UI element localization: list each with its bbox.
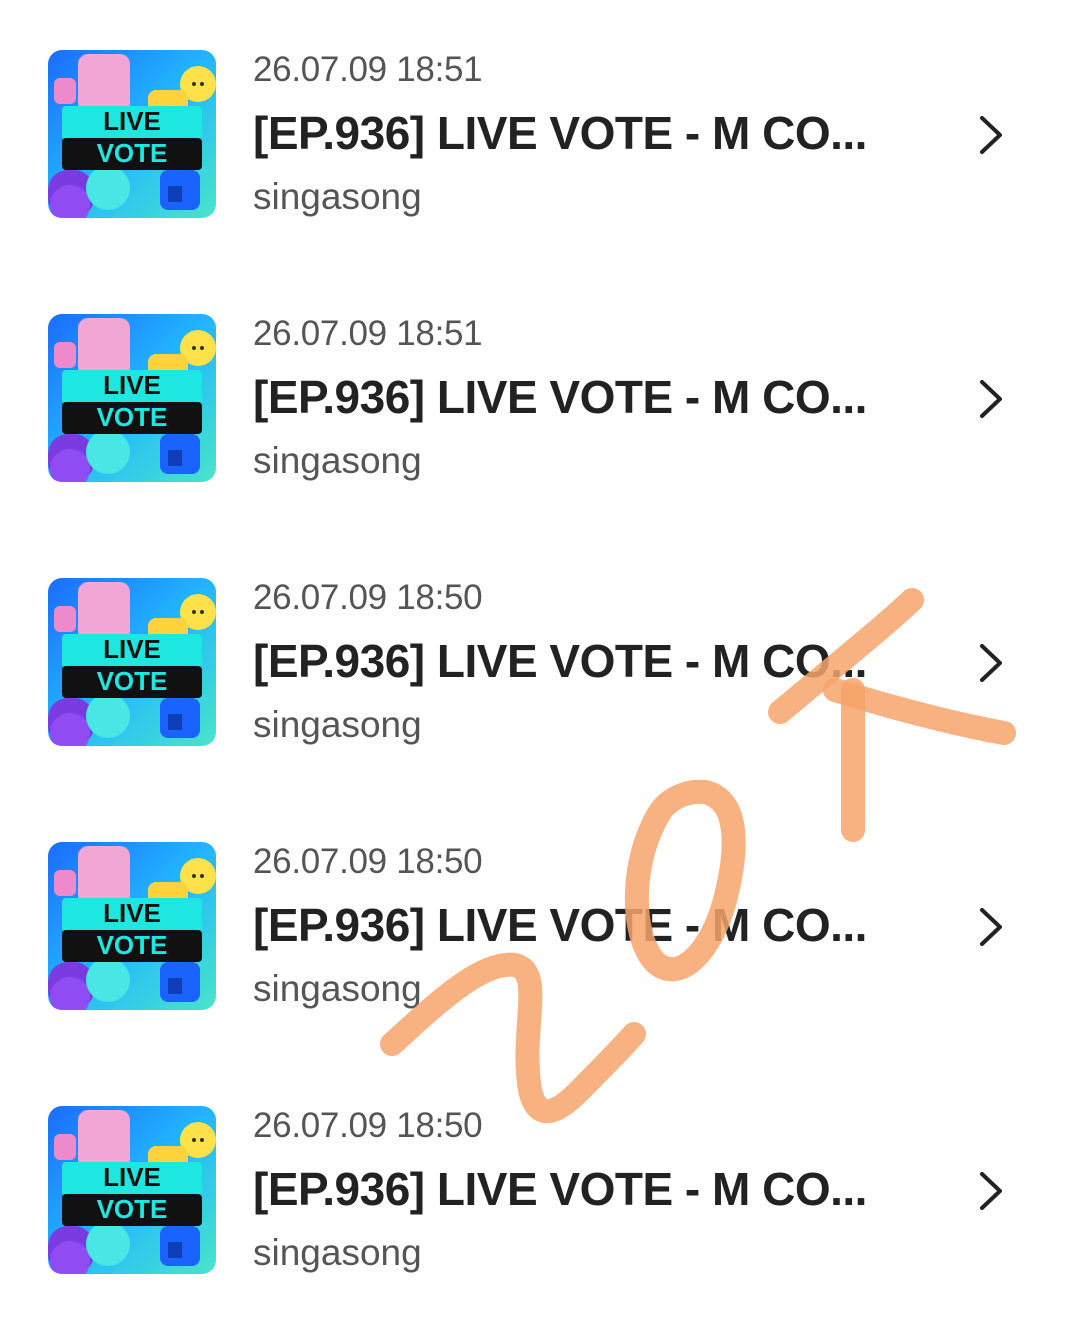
item-date: 26.07.09 18:51 — [253, 50, 483, 89]
live-vote-thumbnail-image: LIVE VOTE — [48, 578, 216, 746]
item-date: 26.07.09 18:50 — [253, 842, 483, 881]
thumbnail: LIVE VOTE — [48, 842, 216, 1010]
live-vote-thumbnail-image: LIVE VOTE — [48, 50, 216, 218]
item-title[interactable]: [EP.936] LIVE VOTE - M CO... — [253, 106, 867, 160]
item-date: 26.07.09 18:50 — [253, 1106, 483, 1145]
item-author: singasong — [253, 1232, 422, 1273]
thumbnail: LIVE VOTE — [48, 1106, 216, 1274]
item-title[interactable]: [EP.936] LIVE VOTE - M CO... — [253, 1162, 867, 1216]
item-date: 26.07.09 18:51 — [253, 314, 483, 353]
video-list: LIVE VOTE 26.07.09 18:51 [EP.936] LIVE V… — [0, 0, 1080, 1322]
list-item[interactable]: LIVE VOTE 26.07.09 18:50 [EP.936] LIVE V… — [0, 1056, 1080, 1320]
item-title[interactable]: [EP.936] LIVE VOTE - M CO... — [253, 370, 867, 424]
list-item[interactable]: LIVE VOTE 26.07.09 18:51 [EP.936] LIVE V… — [0, 0, 1080, 264]
item-author: singasong — [253, 176, 422, 217]
thumb-text-live: LIVE — [103, 370, 161, 400]
list-item[interactable]: LIVE VOTE 26.07.09 18:51 [EP.936] LIVE V… — [0, 264, 1080, 528]
item-title[interactable]: [EP.936] LIVE VOTE - M CO... — [253, 634, 867, 688]
chevron-right-icon[interactable] — [972, 113, 1012, 157]
thumb-text-live: LIVE — [103, 898, 161, 928]
item-date: 26.07.09 18:50 — [253, 578, 483, 617]
live-vote-thumbnail-image: LIVE VOTE — [48, 842, 216, 1010]
thumb-text-live: LIVE — [103, 634, 161, 664]
thumbnail: LIVE VOTE — [48, 578, 216, 746]
thumbnail: LIVE VOTE — [48, 314, 216, 482]
live-vote-thumbnail-image: LIVE VOTE — [48, 1106, 216, 1274]
thumb-text-vote: VOTE — [97, 138, 168, 168]
thumb-text-vote: VOTE — [97, 402, 168, 432]
chevron-right-icon[interactable] — [972, 905, 1012, 949]
thumb-text-live: LIVE — [103, 106, 161, 136]
thumbnail: LIVE VOTE — [48, 50, 216, 218]
chevron-right-icon[interactable] — [972, 641, 1012, 685]
thumb-text-live: LIVE — [103, 1162, 161, 1192]
chevron-right-icon[interactable] — [972, 1169, 1012, 1213]
list-item[interactable]: LIVE VOTE 26.07.09 18:50 [EP.936] LIVE V… — [0, 528, 1080, 792]
thumb-text-vote: VOTE — [97, 666, 168, 696]
thumb-text-vote: VOTE — [97, 930, 168, 960]
item-author: singasong — [253, 704, 422, 745]
item-author: singasong — [253, 968, 422, 1009]
thumb-text-vote: VOTE — [97, 1194, 168, 1224]
item-author: singasong — [253, 440, 422, 481]
chevron-right-icon[interactable] — [972, 377, 1012, 421]
live-vote-thumbnail-image: LIVE VOTE — [48, 314, 216, 482]
list-item[interactable]: LIVE VOTE 26.07.09 18:50 [EP.936] LIVE V… — [0, 792, 1080, 1056]
item-title[interactable]: [EP.936] LIVE VOTE - M CO... — [253, 898, 867, 952]
